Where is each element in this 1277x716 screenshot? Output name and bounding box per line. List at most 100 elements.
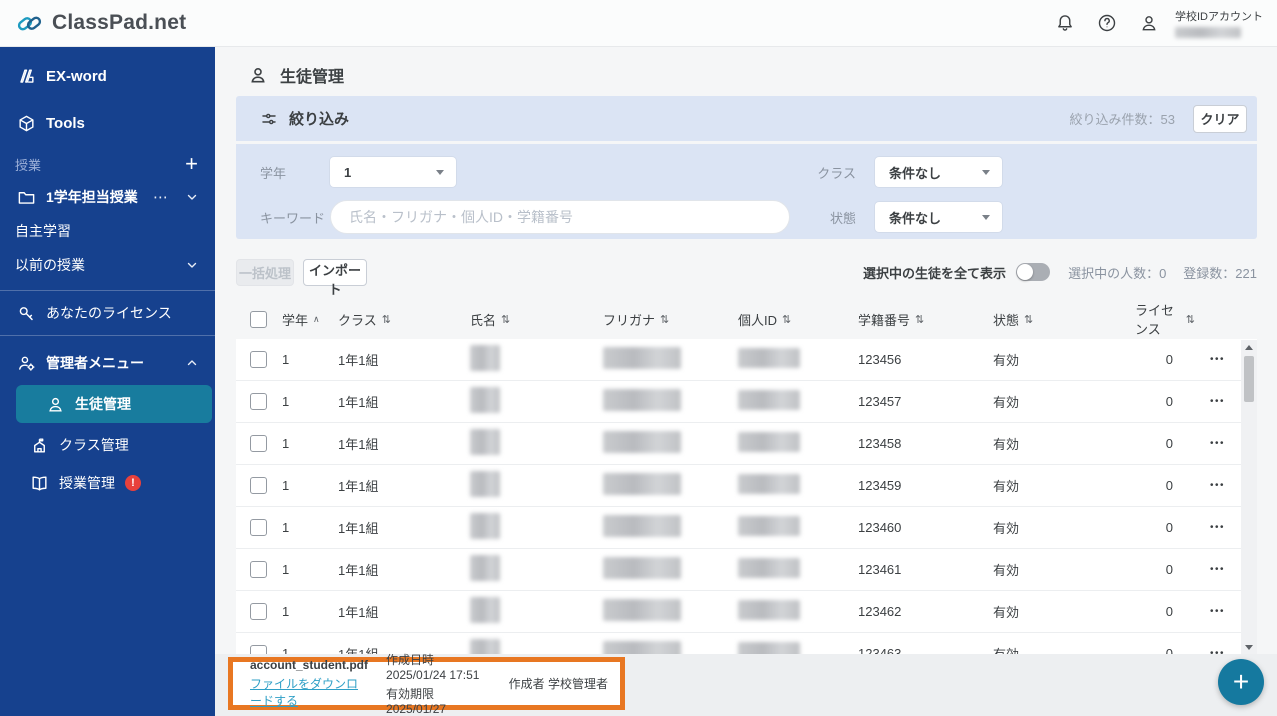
cell-student-number: 123458 — [858, 436, 902, 451]
row-menu-icon[interactable]: ••• — [1195, 522, 1240, 533]
cell-class: 1年1組 — [338, 605, 379, 620]
cell-name-redacted — [470, 597, 500, 623]
scroll-up-arrow[interactable] — [1241, 340, 1257, 354]
col-header-class[interactable]: クラス ⇅ — [338, 310, 470, 329]
row-menu-icon[interactable]: ••• — [1195, 606, 1240, 617]
cell-status: 有効 — [993, 395, 1020, 410]
toggle-knob — [1017, 264, 1034, 280]
sidebar-item-self-study[interactable]: 自主学習 — [0, 219, 215, 243]
show-selected-toggle-label: 選択中の生徒を全て表示 — [863, 265, 1007, 281]
user-icon[interactable] — [1139, 13, 1159, 33]
notification-filename: account_student.pdf — [250, 658, 369, 672]
notification-author: 作成者 学校管理者 — [508, 677, 608, 691]
exword-dictionary-icon — [20, 68, 34, 83]
row-checkbox[interactable] — [250, 603, 267, 620]
sidebar-item-exword[interactable]: EX-word — [0, 62, 215, 90]
row-checkbox[interactable] — [250, 393, 267, 410]
clear-filter-button[interactable]: クリア — [1193, 104, 1247, 133]
chevron-down-icon[interactable] — [185, 190, 199, 204]
classpad-logo: ClassPad.net — [16, 10, 186, 37]
col-header-status[interactable]: 状態 ⇅ — [993, 310, 1135, 329]
table-row: 1 1年1組 123462 有効 0 ••• — [236, 591, 1257, 633]
cell-student-number: 123459 — [858, 478, 902, 493]
notification-bell-icon[interactable] — [1055, 13, 1075, 33]
cell-grade: 1 — [282, 562, 290, 577]
sidebar: EX-word Tools 授業 + 1学年担当授業 ⋯ 自主学習 以前の授業 — [0, 47, 215, 716]
col-header-grade[interactable]: 学年 ∧ — [282, 310, 338, 329]
status-select[interactable]: 条件なし — [875, 202, 1002, 232]
cell-name-redacted — [470, 471, 500, 497]
cell-student-number: 123456 — [858, 352, 902, 367]
sidebar-item-lesson-management[interactable]: 授業管理 ! — [0, 469, 215, 497]
cell-personal-id-redacted — [738, 474, 800, 494]
sidebar-item-admin-menu[interactable]: 管理者メニュー — [0, 349, 215, 377]
scrollbar-thumb[interactable] — [1244, 356, 1254, 402]
cell-furigana-redacted — [603, 347, 681, 369]
row-menu-icon[interactable]: ••• — [1195, 396, 1240, 407]
table-body: 1 1年1組 123456 有効 0 ••• 1 1年1組 123457 有効 … — [236, 339, 1257, 675]
row-checkbox[interactable] — [250, 519, 267, 536]
selected-count: 選択中の人数：0 — [1068, 265, 1167, 281]
col-header-name[interactable]: 氏名 ⇅ — [470, 310, 603, 329]
cell-license: 0 — [1165, 352, 1173, 367]
class-select[interactable]: 条件なし — [875, 157, 1002, 187]
col-header-furigana[interactable]: フリガナ ⇅ — [603, 310, 738, 329]
sidebar-item-lesson-folder[interactable]: 1学年担当授業 ⋯ — [0, 183, 215, 211]
table-scrollbar[interactable] — [1241, 340, 1257, 654]
sidebar-item-your-license[interactable]: あなたのライセンス — [0, 299, 215, 327]
row-menu-icon[interactable]: ••• — [1195, 564, 1240, 575]
cell-grade: 1 — [282, 352, 290, 367]
keyword-search-input[interactable] — [330, 200, 790, 234]
sidebar-item-class-management[interactable]: クラス管理 — [0, 431, 215, 459]
folder-icon — [18, 191, 35, 204]
add-lesson-button[interactable]: + — [185, 153, 198, 175]
folder-menu-icon[interactable]: ⋯ — [153, 190, 169, 205]
chain-link-icon — [17, 16, 42, 30]
table-header-row: 学年 ∧ クラス ⇅ 氏名 ⇅ フリガナ ⇅ 個人ID ⇅ 学籍番号 ⇅ 状態 ⇅ ライセンス… — [236, 299, 1257, 339]
notification-created-at: 作成日時 2025/01/24 17:51 — [386, 653, 480, 682]
account-info[interactable]: 学校IDアカウント — [1175, 8, 1263, 38]
cell-student-number: 123457 — [858, 394, 902, 409]
cell-class: 1年1組 — [338, 563, 379, 578]
show-selected-toggle[interactable] — [1016, 263, 1051, 281]
row-menu-icon[interactable]: ••• — [1195, 480, 1240, 491]
row-checkbox[interactable] — [250, 561, 267, 578]
col-header-student-number[interactable]: 学籍番号 ⇅ — [858, 310, 993, 329]
cell-status: 有効 — [993, 437, 1020, 452]
grade-select[interactable]: 1 — [330, 157, 456, 187]
grade-label: 学年 — [260, 165, 287, 181]
col-header-personal-id[interactable]: 個人ID ⇅ — [738, 310, 858, 329]
sidebar-item-previous-lessons[interactable]: 以前の授業 — [0, 253, 215, 277]
bulk-action-button[interactable]: 一括処理 — [236, 258, 294, 286]
cell-student-number: 123460 — [858, 520, 902, 535]
help-icon[interactable] — [1097, 13, 1117, 33]
row-checkbox[interactable] — [250, 351, 267, 368]
import-button[interactable]: インポート — [303, 258, 367, 297]
cell-student-number: 123462 — [858, 604, 902, 619]
row-checkbox[interactable] — [250, 477, 267, 494]
status-label: 状態 — [829, 210, 856, 226]
col-header-license[interactable]: ライセンス ⇅ — [1135, 300, 1195, 338]
scroll-down-arrow[interactable] — [1241, 640, 1257, 654]
cell-grade: 1 — [282, 394, 290, 409]
chevron-up-icon[interactable] — [185, 356, 199, 370]
page-title: 生徒管理 — [280, 69, 345, 86]
open-book-icon — [32, 475, 47, 491]
table-row: 1 1年1組 123461 有効 0 ••• — [236, 549, 1257, 591]
row-menu-icon[interactable]: ••• — [1195, 354, 1240, 365]
admin-user-gear-icon — [19, 356, 35, 371]
cell-grade: 1 — [282, 604, 290, 619]
class-label: クラス — [817, 165, 856, 181]
table-row: 1 1年1組 123460 有効 0 ••• — [236, 507, 1257, 549]
select-all-checkbox[interactable] — [250, 310, 267, 328]
sidebar-item-tools[interactable]: Tools — [0, 109, 215, 137]
row-checkbox[interactable] — [250, 435, 267, 452]
chevron-down-icon[interactable] — [185, 258, 199, 272]
tools-box-icon — [19, 115, 34, 131]
sidebar-item-student-management[interactable]: 生徒管理 — [16, 385, 212, 423]
row-menu-icon[interactable]: ••• — [1195, 438, 1240, 449]
download-file-link[interactable]: ファイルをダウンロードする — [250, 675, 368, 709]
add-student-fab[interactable]: + — [1218, 659, 1264, 705]
cell-class: 1年1組 — [338, 353, 379, 368]
top-bar: ClassPad.net 学校IDアカウント — [0, 0, 1277, 47]
